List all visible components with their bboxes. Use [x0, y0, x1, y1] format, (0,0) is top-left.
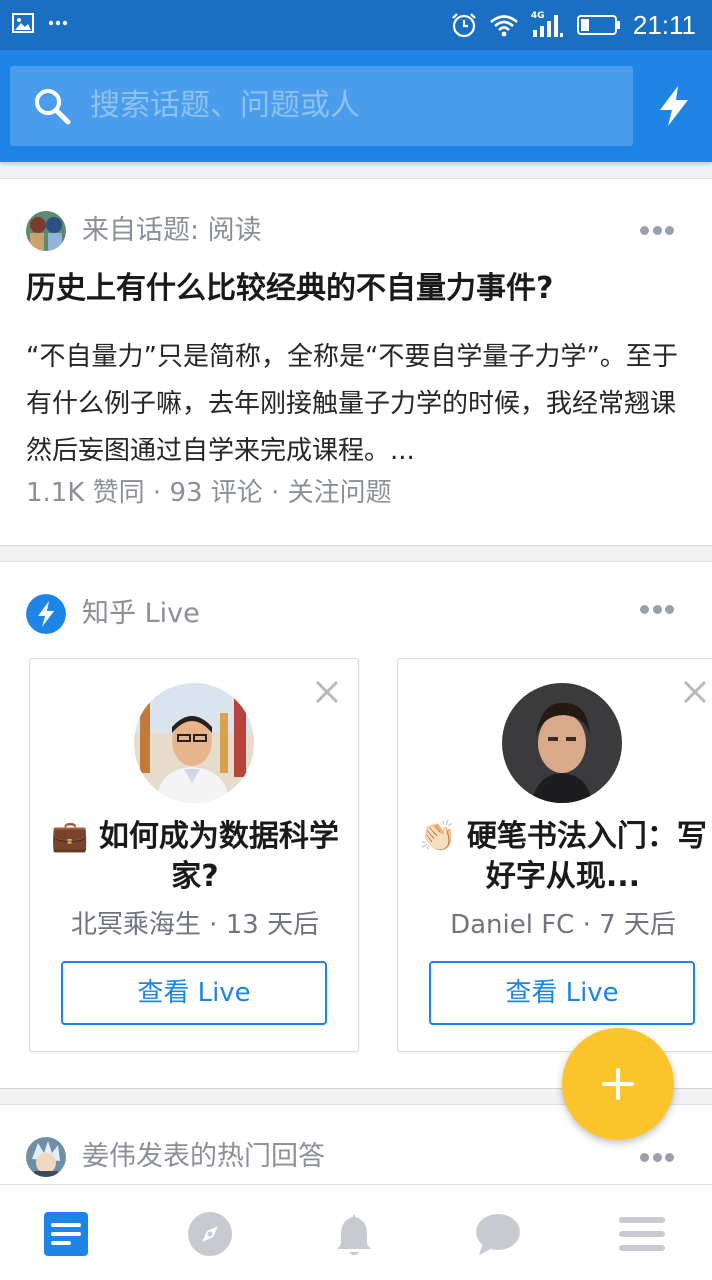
live-author-meta: Daniel FC · 7 天后 — [450, 910, 676, 940]
live-carousel[interactable]: 💼 如何成为数据科学家? 北冥乘海生 · 13 天后 查看 Live 👏🏻 硬笔… — [0, 658, 712, 1054]
topic-avatar — [26, 211, 66, 251]
user-avatar — [26, 1137, 66, 1177]
card-source[interactable]: 知乎 Live — [26, 594, 200, 634]
close-icon[interactable] — [682, 679, 708, 705]
close-icon[interactable] — [314, 679, 340, 705]
message-bubble-icon[interactable] — [473, 1209, 523, 1259]
menu-icon[interactable] — [617, 1209, 667, 1259]
source-label: 来自话题: 阅读 — [82, 215, 262, 246]
more-options-icon[interactable] — [640, 1153, 674, 1163]
question-title[interactable]: 历史上有什么比较经典的不自量力事件? — [26, 267, 553, 311]
avatar — [502, 683, 622, 803]
source-label: 知乎 Live — [82, 598, 200, 629]
source-label: 姜伟发表的热门回答 — [82, 1141, 325, 1172]
wifi-icon — [490, 15, 518, 37]
status-bar: 4G 21:11 — [0, 0, 712, 50]
more-options-icon[interactable] — [640, 226, 674, 236]
plus-icon — [602, 1068, 634, 1100]
card-source[interactable]: 来自话题: 阅读 — [26, 211, 262, 251]
answer-excerpt[interactable]: “不自量力”只是简称，全称是“不要自学量子力学”。至于有什么例子嘛，去年刚接触量… — [26, 334, 686, 475]
feed-card-live: 知乎 Live 💼 如何成为数据科学家? 北冥乘海生 · 13 天后 查看 Li… — [0, 561, 712, 1089]
live-title[interactable]: 💼 如何成为数据科学家? — [50, 817, 340, 897]
home-feed-icon[interactable] — [41, 1209, 91, 1259]
compose-fab-button[interactable] — [562, 1028, 674, 1140]
search-placeholder: 搜索话题、问题或人 — [90, 88, 360, 123]
live-title[interactable]: 👏🏻 硬笔书法入门：写好字从现... — [418, 817, 708, 897]
alarm-icon — [452, 13, 476, 38]
lightning-icon[interactable] — [652, 84, 696, 128]
clock: 21:11 — [632, 10, 696, 40]
more-options-icon[interactable] — [640, 605, 674, 615]
image-icon — [12, 13, 34, 33]
battery-icon — [576, 15, 620, 35]
signal-icon: 4G — [531, 11, 565, 39]
search-bar[interactable]: 搜索话题、问题或人 — [10, 66, 633, 146]
card-stats: 1.1K 赞同 · 93 评论 · 关注问题 — [26, 478, 392, 508]
app-header: 搜索话题、问题或人 — [0, 50, 712, 162]
card-source[interactable]: 姜伟发表的热门回答 — [26, 1137, 325, 1177]
more-horizontal-icon — [48, 20, 68, 26]
feed-card-question[interactable]: 来自话题: 阅读 历史上有什么比较经典的不自量力事件? “不自量力”只是简称，全… — [0, 178, 712, 546]
notification-bell-icon[interactable] — [329, 1209, 379, 1259]
zhihu-live-icon — [26, 594, 66, 634]
search-icon — [35, 89, 71, 125]
view-live-button[interactable]: 查看 Live — [61, 961, 327, 1025]
view-live-button[interactable]: 查看 Live — [429, 961, 695, 1025]
live-author-meta: 北冥乘海生 · 13 天后 — [70, 910, 320, 940]
live-item[interactable]: 👏🏻 硬笔书法入门：写好字从现... Daniel FC · 7 天后 查看 L… — [397, 658, 712, 1052]
avatar — [134, 683, 254, 803]
bottom-navigation — [0, 1184, 712, 1280]
explore-compass-icon[interactable] — [185, 1209, 235, 1259]
live-item[interactable]: 💼 如何成为数据科学家? 北冥乘海生 · 13 天后 查看 Live — [29, 658, 359, 1052]
